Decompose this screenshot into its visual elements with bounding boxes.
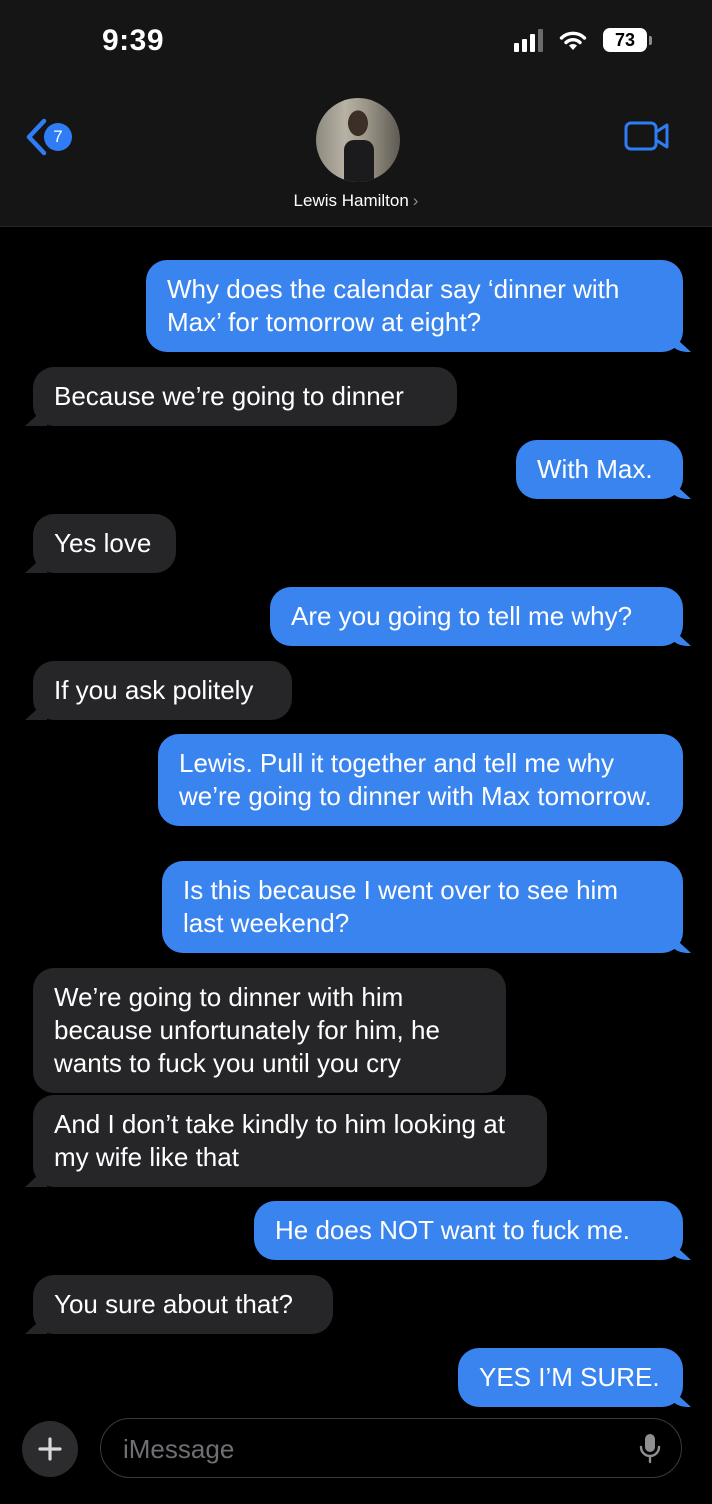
message-bubble-sent[interactable]: With Max. <box>516 440 683 499</box>
message-bubble-received[interactable]: And I don’t take kindly to him looking a… <box>33 1095 547 1187</box>
message-bubble-sent[interactable]: Are you going to tell me why? <box>270 587 683 646</box>
plus-icon <box>38 1437 62 1461</box>
message-bubble-received[interactable]: Because we’re going to dinner <box>33 367 457 426</box>
message-bubble-received[interactable]: If you ask politely <box>33 661 292 720</box>
message-bubble-sent[interactable]: Lewis. Pull it together and tell me why … <box>158 734 683 826</box>
cellular-signal-icon <box>514 28 543 52</box>
unread-count-badge: 7 <box>44 123 72 151</box>
message-bubble-sent[interactable]: YES I’M SURE. <box>458 1348 683 1407</box>
imessage-input[interactable] <box>121 1429 625 1469</box>
conversation-header: 9:39 73 7 Lewis Hamilton › <box>0 0 712 227</box>
message-bubble-received[interactable]: Yes love <box>33 514 176 573</box>
back-button[interactable]: 7 <box>24 118 72 156</box>
video-call-button[interactable] <box>624 120 670 157</box>
video-call-icon <box>624 121 669 151</box>
contact-avatar[interactable] <box>316 98 400 182</box>
message-bubble-received[interactable]: You sure about that? <box>33 1275 333 1334</box>
dictation-button[interactable] <box>639 1433 661 1470</box>
status-indicators: 73 <box>514 28 652 52</box>
microphone-icon <box>639 1434 661 1464</box>
status-time: 9:39 <box>102 24 165 57</box>
message-bubble-sent[interactable]: Why does the calendar say ‘dinner with M… <box>146 260 683 352</box>
contact-name-button[interactable]: Lewis Hamilton › <box>0 191 712 211</box>
battery-icon: 73 <box>603 28 652 52</box>
message-bubble-received[interactable]: We’re going to dinner with him because u… <box>33 968 506 1093</box>
imessage-field[interactable] <box>100 1418 682 1478</box>
wifi-icon <box>559 31 587 50</box>
chevron-right-icon: › <box>412 191 419 210</box>
add-attachment-button[interactable] <box>22 1421 78 1477</box>
battery-level: 73 <box>603 28 647 52</box>
message-bubble-sent[interactable]: Is this because I went over to see him l… <box>162 861 683 953</box>
contact-name: Lewis Hamilton <box>293 191 409 210</box>
message-bubble-sent[interactable]: He does NOT want to fuck me. <box>254 1201 683 1260</box>
